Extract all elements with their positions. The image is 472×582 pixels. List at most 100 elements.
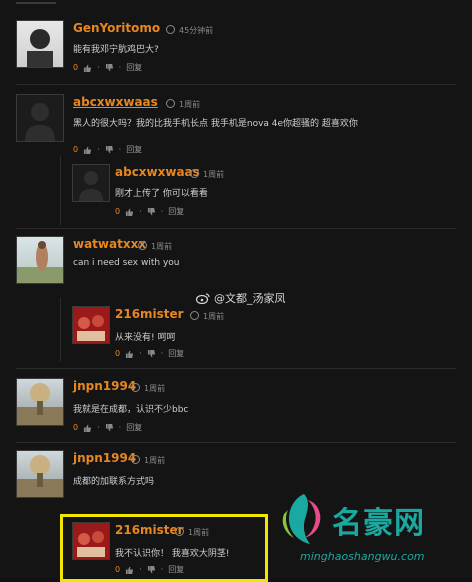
- thumbs-up-icon[interactable]: [83, 424, 92, 432]
- reply-link[interactable]: 回复: [126, 62, 142, 73]
- thumbs-down-icon[interactable]: [147, 207, 156, 216]
- comment-text: 刚才上传了 你可以看看: [115, 189, 208, 199]
- avatar[interactable]: [72, 522, 110, 560]
- comment-item: GenYoritomo 45分钟前 能有我邓宁肮鸡巴大? 0 · · 回复: [16, 20, 456, 80]
- avatar[interactable]: [16, 236, 64, 284]
- thumbs-up-icon[interactable]: [83, 146, 92, 154]
- comment-item: jnpn1994 1周前 我就是在成都，认识不少bbc 0 · · 回复: [16, 378, 456, 438]
- comment-text: 能有我邓宁肮鸡巴大?: [73, 45, 159, 55]
- comment-text: 黑人的很大吗？我的比我手机长点 我手机是nova 4e你超骚的 超喜欢你: [73, 119, 358, 129]
- reply-item: abcxwxwaas 1周前 刚才上传了 你可以看看 0 · · 回复: [72, 164, 456, 224]
- thumbs-up-icon[interactable]: [83, 64, 92, 72]
- logo-mark-icon: [282, 494, 321, 544]
- comment-time-text: 1周前: [144, 384, 166, 393]
- default-avatar-icon: [25, 103, 55, 141]
- thumbs-up-icon[interactable]: [125, 566, 134, 574]
- clock-icon: [166, 25, 175, 34]
- clock-icon: [131, 455, 140, 464]
- comment-time: 1周前: [166, 99, 200, 110]
- thumbs-up-icon[interactable]: [125, 208, 134, 216]
- thumbs-down-icon[interactable]: [147, 565, 156, 574]
- comment-username[interactable]: GenYoritomo: [73, 21, 160, 35]
- comment-time: 1周前: [131, 383, 165, 394]
- comment-item: watwatxxx 1周前 can i need sex with you: [16, 236, 456, 296]
- avatar-image: [17, 455, 63, 497]
- comment-time-text: 1周前: [188, 528, 210, 537]
- comment-time: 1周前: [175, 527, 209, 538]
- comment-time-text: 1周前: [179, 100, 201, 109]
- comment-actions: 0 · · 回复: [115, 348, 185, 359]
- comment-username[interactable]: jnpn1994: [73, 379, 136, 393]
- avatar-image: [27, 29, 53, 67]
- comment-time-text: 1周前: [151, 242, 173, 251]
- reply-item: 216mister 1周前 我不认识你！ 我喜欢大阴茎! 0 · · 回复: [72, 522, 262, 578]
- like-count: 0: [115, 565, 121, 574]
- divider: [16, 368, 456, 369]
- top-divider: [16, 2, 56, 4]
- comment-time-text: 45分钟前: [179, 26, 214, 35]
- avatar[interactable]: [72, 164, 110, 202]
- comment-text: can i need sex with you: [73, 258, 180, 268]
- thumbs-up-icon[interactable]: [125, 350, 134, 358]
- reply-item: 216mister 1周前 从来没有! 呵呵 0 · · 回复: [72, 306, 456, 366]
- avatar-image: [73, 307, 109, 343]
- reply-link[interactable]: 回复: [168, 348, 184, 359]
- default-avatar-icon: [79, 171, 103, 201]
- site-logo: 名豪网 minghaoshangwu.com: [270, 490, 470, 578]
- avatar-image: [17, 241, 63, 283]
- avatar[interactable]: [16, 94, 64, 142]
- comment-time: 1周前: [131, 455, 165, 466]
- thumbs-down-icon[interactable]: [105, 63, 114, 72]
- like-count: 0: [115, 207, 121, 216]
- clock-icon: [166, 99, 175, 108]
- reply-link[interactable]: 回复: [168, 206, 184, 217]
- comment-time: 1周前: [138, 241, 172, 252]
- comment-time: 45分钟前: [166, 25, 213, 36]
- comment-time-text: 1周前: [203, 312, 225, 321]
- comment-username[interactable]: abcxwxwaas: [73, 95, 158, 109]
- divider: [16, 84, 456, 85]
- comment-actions: 0 · · 回复: [73, 422, 143, 433]
- comment-username[interactable]: watwatxxx: [73, 237, 146, 251]
- comment-username[interactable]: 216mister: [115, 307, 184, 321]
- reply-thread-line: [60, 298, 61, 362]
- clock-icon: [175, 527, 184, 536]
- avatar-image: [17, 383, 63, 425]
- reply-thread-line: [60, 156, 61, 226]
- comment-actions: 0 · · 回复: [73, 62, 143, 73]
- comment-item: abcxwxwaas 1周前 黑人的很大吗？我的比我手机长点 我手机是nova …: [16, 94, 456, 154]
- logo-title: 名豪网: [332, 506, 425, 541]
- weibo-icon: [196, 293, 210, 304]
- reply-link[interactable]: 回复: [126, 144, 142, 155]
- comment-text: 成都的加联系方式吗: [73, 477, 155, 487]
- comment-text: 我不认识你！ 我喜欢大阴茎!: [115, 549, 230, 559]
- comment-username[interactable]: abcxwxwaas: [115, 165, 200, 179]
- comment-time-text: 1周前: [203, 170, 225, 179]
- clock-icon: [190, 169, 199, 178]
- comment-actions: 0 · · 回复: [115, 564, 185, 575]
- reply-link[interactable]: 回复: [168, 564, 184, 575]
- thumbs-down-icon[interactable]: [147, 349, 156, 358]
- logo-url: minghaoshangwu.com: [300, 550, 425, 563]
- comment-actions: 0 · · 回复: [73, 144, 143, 155]
- comment-username[interactable]: jnpn1994: [73, 451, 136, 465]
- thumbs-down-icon[interactable]: [105, 145, 114, 154]
- comment-actions: 0 · · 回复: [115, 206, 185, 217]
- watermark-text: @文都_汤家凤: [214, 292, 286, 305]
- clock-icon: [190, 311, 199, 320]
- like-count: 0: [115, 349, 121, 358]
- avatar[interactable]: [16, 378, 64, 426]
- avatar[interactable]: [72, 306, 110, 344]
- comment-time: 1周前: [190, 311, 224, 322]
- comment-username[interactable]: 216mister: [115, 523, 184, 537]
- avatar[interactable]: [16, 20, 64, 68]
- comment-text: 我就是在成都，认识不少bbc: [73, 405, 189, 415]
- comment-time: 1周前: [190, 169, 224, 180]
- weibo-watermark: @文都_汤家凤: [196, 290, 286, 306]
- divider: [16, 442, 456, 443]
- divider: [16, 228, 456, 229]
- thumbs-down-icon[interactable]: [105, 423, 114, 432]
- reply-link[interactable]: 回复: [126, 422, 142, 433]
- avatar[interactable]: [16, 450, 64, 498]
- clock-icon: [131, 383, 140, 392]
